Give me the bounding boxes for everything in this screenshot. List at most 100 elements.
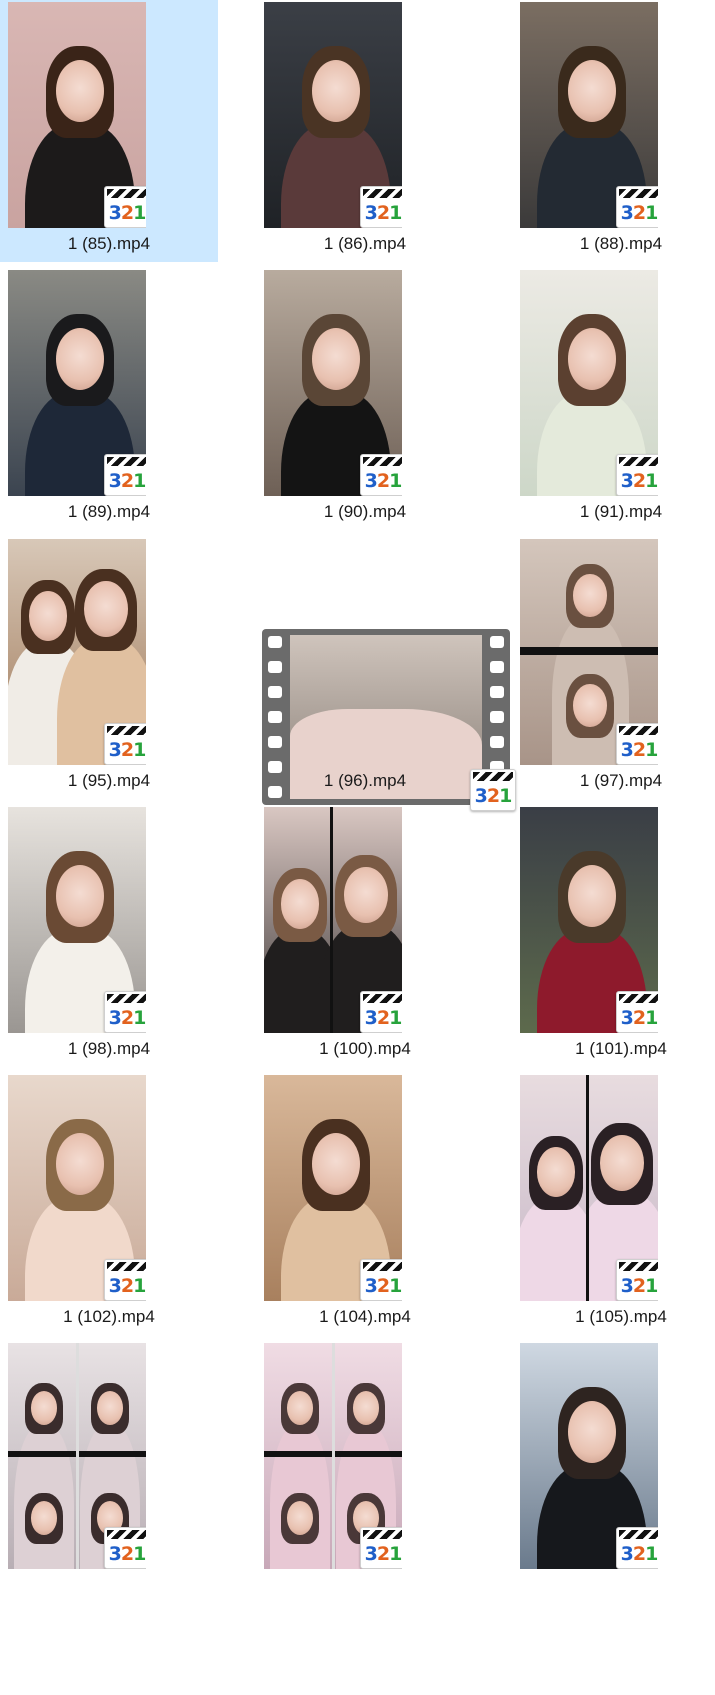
video-thumbnail: 321 <box>8 1075 146 1301</box>
face-shape <box>84 581 128 637</box>
face-shape <box>600 1135 644 1191</box>
clapperboard-stripe <box>107 1262 146 1271</box>
face-shape <box>568 60 616 122</box>
face-shape <box>286 1500 314 1535</box>
file-item[interactable]: 321 1 (101).mp4 <box>512 805 715 1067</box>
face-shape <box>573 683 607 727</box>
clapperboard-stripe <box>107 726 146 735</box>
face-shape <box>56 1133 104 1195</box>
video-thumbnail: 321 <box>264 807 402 1033</box>
face-shape <box>56 328 104 390</box>
face-shape <box>568 1401 616 1463</box>
file-item[interactable]: 321 1 (96).mp4 <box>256 537 516 811</box>
media-player-classic-icon: 321 <box>360 1527 402 1569</box>
clapperboard-stripe <box>619 726 658 735</box>
badge-digits: 321 <box>108 1275 146 1297</box>
media-player-classic-icon: 321 <box>360 186 402 228</box>
video-thumbnail: 321 <box>520 539 658 765</box>
media-player-classic-icon: 321 <box>616 1527 658 1569</box>
file-item[interactable]: 321 1 (91).mp4 <box>512 268 715 530</box>
file-item[interactable]: 321 <box>256 1341 474 1603</box>
video-thumbnail: 321 <box>520 1075 658 1301</box>
file-name-label[interactable]: 1 (86).mp4 <box>256 234 474 254</box>
file-item[interactable]: 321 1 (105).mp4 <box>512 1073 715 1335</box>
file-thumbnail-grid: 321 1 (85).mp4 321 1 (86).mp4 321 1 (88).mp4 3… <box>0 0 715 1695</box>
file-name-label[interactable]: 1 (98).mp4 <box>0 1039 218 1059</box>
file-name-label[interactable]: 1 (85).mp4 <box>0 234 218 254</box>
badge-digits: 321 <box>364 202 402 224</box>
badge-digits: 321 <box>364 1007 402 1029</box>
clapperboard-stripe <box>107 994 146 1003</box>
file-name-label[interactable]: 1 (101).mp4 <box>512 1039 715 1059</box>
video-thumbnail: 321 <box>520 2 658 228</box>
file-item[interactable]: 321 1 (104).mp4 <box>256 1073 474 1335</box>
file-item[interactable]: 321 1 (100).mp4 <box>256 805 474 1067</box>
clapperboard-stripe <box>107 1530 146 1539</box>
file-name-label[interactable]: 1 (91).mp4 <box>512 502 715 522</box>
split-divider <box>586 1075 589 1301</box>
file-name-label[interactable]: 1 (104).mp4 <box>256 1307 474 1327</box>
face-shape <box>536 1147 576 1197</box>
video-thumbnail: 321 <box>520 270 658 496</box>
clapperboard-stripe <box>619 994 658 1003</box>
badge-digits: 321 <box>108 1543 146 1565</box>
badge-digits: 321 <box>620 1007 658 1029</box>
file-name-label[interactable]: 1 (89).mp4 <box>0 502 218 522</box>
face-shape <box>344 867 388 923</box>
video-thumbnail: 321 <box>8 1343 146 1569</box>
video-thumbnail: 321 <box>520 807 658 1033</box>
file-item[interactable]: 321 1 (90).mp4 <box>256 268 474 530</box>
file-name-label[interactable]: 1 (105).mp4 <box>512 1307 715 1327</box>
face-shape <box>96 1390 124 1425</box>
media-player-classic-icon: 321 <box>360 1259 402 1301</box>
face-shape <box>312 328 360 390</box>
file-item[interactable]: 321 1 (97).mp4 <box>512 537 715 799</box>
badge-digits: 321 <box>108 202 146 224</box>
file-item[interactable]: 321 1 (95).mp4 <box>0 537 218 799</box>
file-item[interactable]: 321 1 (88).mp4 <box>512 0 715 262</box>
file-name-label[interactable]: 1 (96).mp4 <box>256 771 474 791</box>
media-player-classic-icon: 321 <box>104 454 146 496</box>
badge-digits: 321 <box>620 739 658 761</box>
clapperboard-stripe <box>363 994 402 1003</box>
media-player-classic-icon: 321 <box>360 454 402 496</box>
face-shape <box>56 865 104 927</box>
file-name-label[interactable]: 1 (88).mp4 <box>512 234 715 254</box>
file-item[interactable]: 321 1 (98).mp4 <box>0 805 218 1067</box>
badge-digits: 321 <box>620 1543 658 1565</box>
file-name-label[interactable]: 1 (90).mp4 <box>256 502 474 522</box>
media-player-classic-icon: 321 <box>104 186 146 228</box>
video-thumbnail: 321 <box>8 539 146 765</box>
face-shape <box>312 60 360 122</box>
media-player-classic-icon: 321 <box>616 1259 658 1301</box>
file-item[interactable]: 321 <box>0 1341 218 1603</box>
file-name-label[interactable]: 1 (95).mp4 <box>0 771 218 791</box>
media-player-classic-icon: 321 <box>360 991 402 1033</box>
media-player-classic-icon: 321 <box>616 186 658 228</box>
badge-digits: 321 <box>108 470 146 492</box>
clapperboard-stripe <box>363 457 402 466</box>
split-divider <box>332 1343 335 1569</box>
file-name-label[interactable]: 1 (100).mp4 <box>256 1039 474 1059</box>
file-item[interactable]: 321 1 (102).mp4 <box>0 1073 218 1335</box>
file-name-label[interactable]: 1 (102).mp4 <box>0 1307 218 1327</box>
file-item[interactable]: 321 1 (89).mp4 <box>0 268 218 530</box>
badge-digits: 321 <box>364 1543 402 1565</box>
clapperboard-stripe <box>619 457 658 466</box>
video-thumbnail: 321 <box>520 1343 658 1569</box>
badge-digits: 321 <box>474 785 513 807</box>
video-thumbnail: 321 <box>8 270 146 496</box>
file-name-label[interactable]: 1 (97).mp4 <box>512 771 715 791</box>
media-player-classic-icon: 321 <box>470 769 516 811</box>
badge-digits: 321 <box>108 739 146 761</box>
split-divider <box>520 647 658 655</box>
video-thumbnail: 321 <box>264 1343 402 1569</box>
face-shape <box>286 1390 314 1425</box>
file-item[interactable]: 321 <box>512 1341 715 1603</box>
file-item[interactable]: 321 1 (86).mp4 <box>256 0 474 262</box>
video-thumbnail: 321 <box>8 807 146 1033</box>
face-shape <box>568 865 616 927</box>
file-item[interactable]: 321 1 (85).mp4 <box>0 0 218 262</box>
clapperboard-stripe <box>363 189 402 198</box>
face-shape <box>573 573 607 617</box>
